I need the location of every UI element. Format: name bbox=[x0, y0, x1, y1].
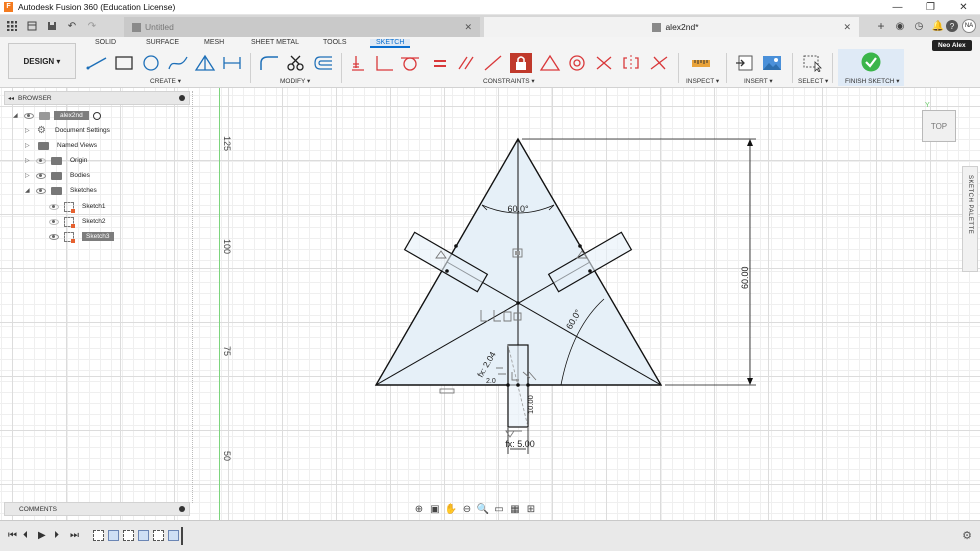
expand-triangle-icon[interactable]: ▷ bbox=[25, 127, 32, 134]
navigation-bar: ⊕ ▣ ✋ ⊖ 🔍 ▭ ▦ ⊞ bbox=[413, 501, 565, 517]
comments-options-icon[interactable] bbox=[179, 506, 185, 512]
width-dimension-text[interactable]: fx: 5.00 bbox=[505, 439, 535, 449]
browser-title: BROWSER bbox=[18, 94, 52, 102]
tree-item-sketches[interactable]: ◢ Sketches bbox=[25, 184, 97, 197]
fit-zoom-icon[interactable]: 🔍 bbox=[477, 503, 489, 515]
step-back-icon[interactable]: ⏴ bbox=[23, 530, 28, 541]
timeline-marker[interactable] bbox=[181, 527, 183, 545]
comments-panel-header[interactable]: COMMENTS bbox=[4, 502, 190, 516]
top-angle-text[interactable]: 60.0° bbox=[507, 204, 529, 214]
height-dimension-text[interactable]: 60.00 bbox=[740, 266, 750, 289]
sketch-palette-label: SKETCH PALETTE bbox=[967, 175, 973, 235]
visibility-eye-icon[interactable] bbox=[24, 112, 34, 119]
visibility-eye-icon[interactable] bbox=[36, 157, 46, 164]
sketch-geometry[interactable]: 60.00 60.0° 60.0° fx: 5.00 fx: 2.04 10.0… bbox=[0, 0, 980, 551]
timeline-extrude-feature[interactable] bbox=[138, 530, 149, 541]
timeline-sketch-feature[interactable] bbox=[93, 530, 104, 541]
sketch-palette-tab[interactable]: SKETCH PALETTE bbox=[962, 166, 978, 272]
expand-triangle-icon[interactable]: ◢ bbox=[13, 112, 20, 119]
activate-radio-icon[interactable] bbox=[92, 111, 101, 120]
grid-settings-icon[interactable]: ▦ bbox=[509, 503, 521, 515]
go-to-start-icon[interactable]: ⏮ bbox=[8, 530, 17, 541]
timeline: ⏮ ⏴ ▶ ⏵ ⏭ ⚙ bbox=[0, 520, 980, 551]
timeline-extrude-feature[interactable] bbox=[168, 530, 179, 541]
step-forward-icon[interactable]: ⏵ bbox=[54, 530, 59, 541]
small-vertical-dimension-text[interactable]: 10.00 bbox=[526, 395, 535, 414]
visibility-eye-icon[interactable] bbox=[49, 233, 59, 240]
sketch-icon bbox=[64, 201, 75, 213]
folder-icon bbox=[51, 156, 62, 165]
component-icon bbox=[39, 111, 50, 120]
timeline-sketch-feature[interactable] bbox=[123, 530, 134, 541]
zoom-icon[interactable]: ⊖ bbox=[461, 503, 473, 515]
look-at-icon[interactable]: ▣ bbox=[429, 503, 441, 515]
folder-icon bbox=[51, 186, 62, 195]
small-offset-text[interactable]: 2.0 bbox=[486, 378, 496, 385]
tree-item-sketch2[interactable]: Sketch2 bbox=[45, 215, 106, 228]
root-component-label: alex2nd bbox=[54, 111, 89, 120]
display-settings-icon[interactable]: ▭ bbox=[493, 503, 505, 515]
visibility-eye-icon[interactable] bbox=[49, 203, 59, 210]
pan-hand-icon[interactable]: ✋ bbox=[445, 503, 457, 515]
comments-title: COMMENTS bbox=[19, 505, 57, 513]
go-to-end-icon[interactable]: ⏭ bbox=[70, 530, 79, 541]
tree-item-sketch1[interactable]: Sketch1 bbox=[45, 200, 106, 213]
browser-panel-header[interactable]: ◂◂ BROWSER bbox=[4, 91, 190, 105]
tree-item-origin[interactable]: ▷ Origin bbox=[25, 154, 87, 167]
folder-icon bbox=[51, 171, 62, 180]
play-icon[interactable]: ▶ bbox=[38, 530, 46, 541]
expand-triangle-icon[interactable]: ▷ bbox=[25, 172, 32, 179]
expand-triangle-icon[interactable]: ◢ bbox=[25, 187, 32, 194]
sketch-icon bbox=[64, 231, 75, 243]
timeline-extrude-feature[interactable] bbox=[108, 530, 119, 541]
browser-resize-handle[interactable] bbox=[192, 91, 196, 503]
gear-icon: ⚙ bbox=[37, 124, 46, 136]
fusion-window: F Autodesk Fusion 360 (Education License… bbox=[0, 0, 980, 551]
browser-options-icon[interactable] bbox=[179, 95, 185, 101]
sketch-icon bbox=[64, 216, 75, 228]
timeline-settings-gear-icon[interactable]: ⚙ bbox=[962, 529, 972, 542]
viewports-icon[interactable]: ⊞ bbox=[525, 503, 537, 515]
timeline-sketch-feature[interactable] bbox=[153, 530, 164, 541]
tree-item-named-views[interactable]: ▷ Named Views bbox=[25, 139, 97, 152]
visibility-eye-icon[interactable] bbox=[36, 187, 46, 194]
visibility-eye-icon[interactable] bbox=[36, 172, 46, 179]
tree-item-document-settings[interactable]: ▷ ⚙ Document Settings bbox=[25, 124, 110, 137]
collapse-icon[interactable]: ◂◂ bbox=[8, 95, 14, 102]
folder-icon bbox=[38, 141, 49, 150]
orbit-icon[interactable]: ⊕ bbox=[413, 503, 425, 515]
view-cube[interactable]: TOP bbox=[922, 110, 956, 142]
tree-item-sketch3[interactable]: Sketch3 bbox=[45, 230, 114, 243]
visibility-eye-icon[interactable] bbox=[49, 218, 59, 225]
tree-root[interactable]: ◢ alex2nd bbox=[13, 109, 101, 122]
expand-triangle-icon[interactable]: ▷ bbox=[25, 142, 32, 149]
y-axis-indicator: Y bbox=[925, 102, 930, 109]
expand-triangle-icon[interactable]: ▷ bbox=[25, 157, 32, 164]
tree-item-bodies[interactable]: ▷ Bodies bbox=[25, 169, 90, 182]
